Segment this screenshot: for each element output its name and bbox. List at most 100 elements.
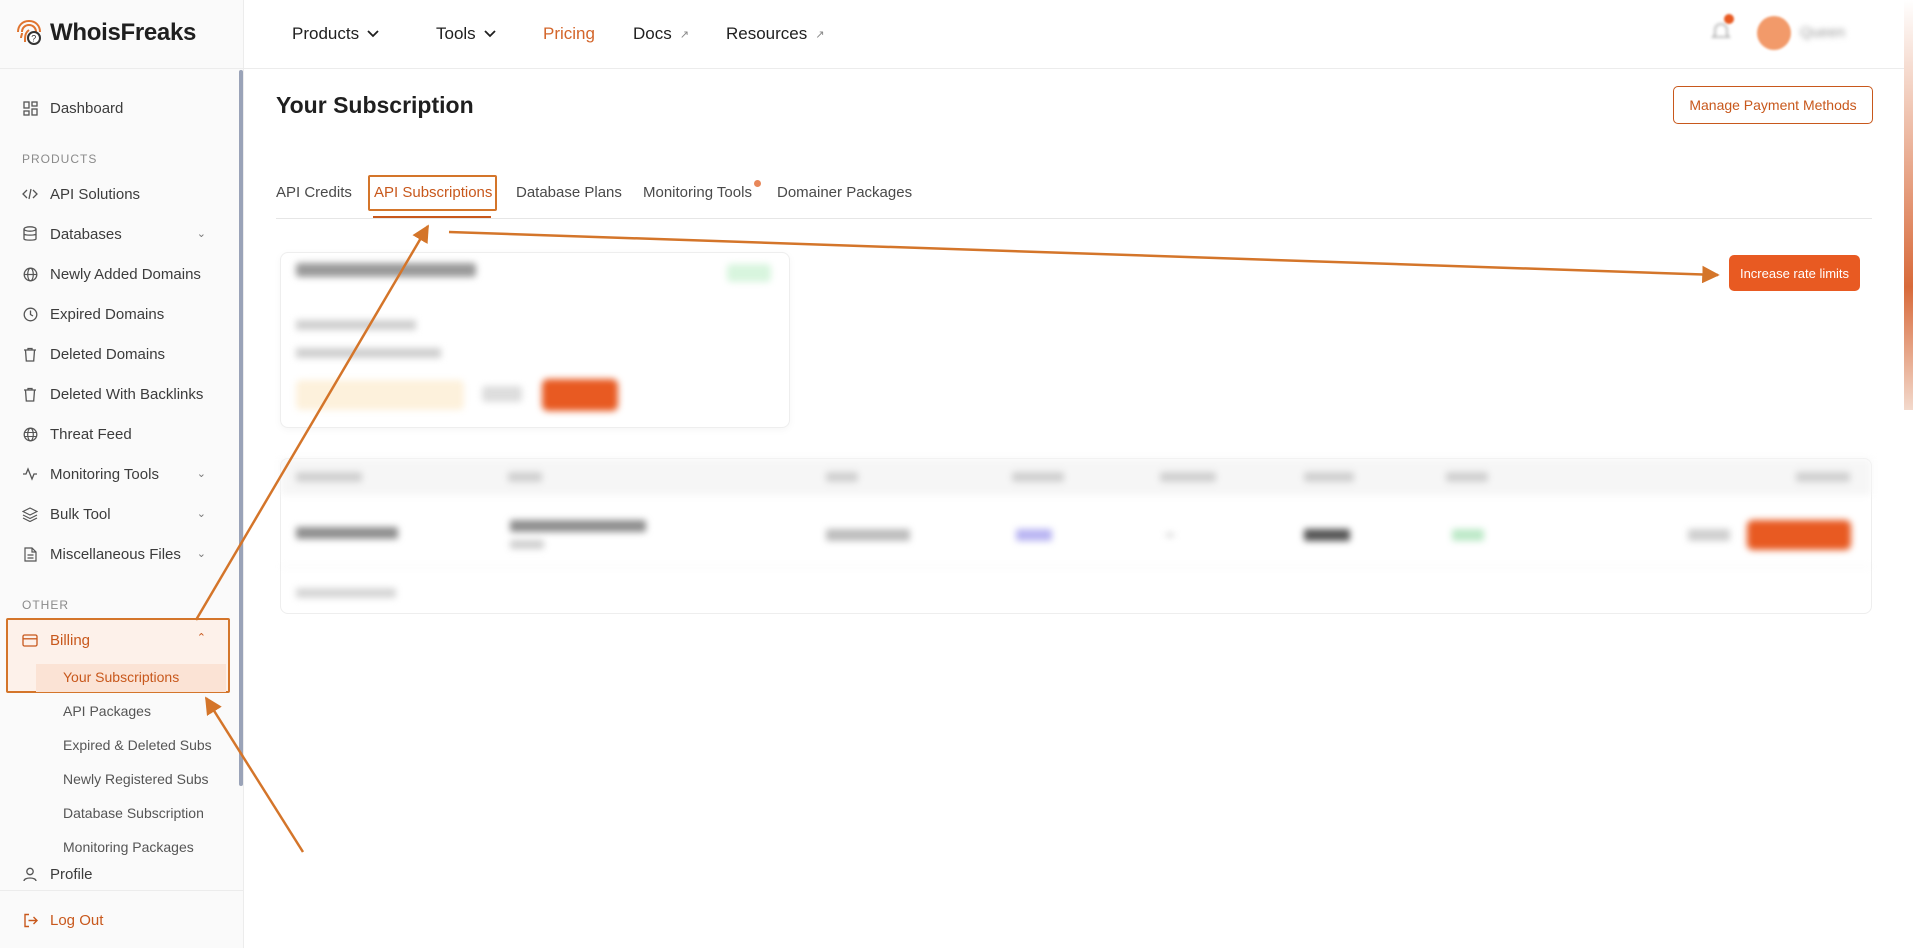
globe-lock-icon [22,426,38,442]
sidebar-item-api-solutions[interactable]: API Solutions [0,174,238,214]
chevron-down-icon[interactable]: ⌄ [197,467,206,480]
trash-icon [22,386,38,402]
sidebar-subitem-api-packages[interactable]: API Packages [63,703,151,719]
fingerprint-logo-icon: ? [17,20,41,45]
chevron-down-icon[interactable]: ⌄ [197,227,206,240]
sidebar-subitem-your-subscriptions[interactable]: Your Subscriptions [63,669,179,685]
nav-label: Tools [436,24,476,43]
external-link-icon: ↗ [815,28,825,41]
nav-docs[interactable]: Docs ↗ [633,24,689,44]
tab-api-credits[interactable]: API Credits [276,184,352,201]
sidebar-item-deleted-with-backlinks[interactable]: Deleted With Backlinks [0,374,238,414]
brand-logo[interactable]: ? WhoisFreaks [14,18,196,48]
manage-payment-methods-button[interactable]: Manage Payment Methods [1673,86,1873,124]
page-scrollbar[interactable] [1904,0,1913,410]
svg-text:?: ? [31,34,36,44]
sidebar-item-label: Deleted With Backlinks [50,385,204,403]
user-icon [22,866,38,882]
sidebar-item-label: Dashboard [50,99,124,117]
tab-database-plans[interactable]: Database Plans [516,184,622,201]
sidebar-subitem-monitoring-packages[interactable]: Monitoring Packages [63,839,194,855]
sidebar-item-label: Databases [50,225,122,243]
table-cell [510,520,646,532]
table-cell [296,527,398,539]
sidebar-item-deleted-domains[interactable]: Deleted Domains [0,334,238,374]
sidebar-item-label: Billing [50,631,91,649]
sidebar-item-miscellaneous-files[interactable]: Miscellaneous Files ⌄ [0,534,238,574]
sidebar-item-threat-feed[interactable]: Threat Feed [0,414,238,454]
table-header-cell [1012,472,1064,482]
chevron-down-icon[interactable]: ⌄ [197,547,206,560]
sidebar-subitem-expired-deleted-subs[interactable]: Expired & Deleted Subs [63,737,212,753]
nav-label: Resources [726,24,808,43]
chevron-down-icon [484,30,496,38]
code-icon [22,186,38,202]
upgrade-button[interactable] [542,379,618,411]
sidebar-item-databases[interactable]: Databases ⌄ [0,214,238,254]
table-header-cell [296,472,362,482]
tabs-divider [276,218,1872,219]
table-cell [1166,534,1174,536]
card-detail-placeholder [296,320,416,330]
logout-button[interactable]: Log Out [0,900,238,940]
credit-card-icon [22,632,38,648]
row-divider [281,566,1871,567]
sidebar-item-label: Miscellaneous Files [50,545,181,563]
sidebar-item-expired-domains[interactable]: Expired Domains [0,294,238,334]
table-cell [510,540,544,549]
sidebar-item-label: Deleted Domains [50,345,166,363]
section-label-other: OTHER [22,598,69,612]
sidebar-item-bulk-tool[interactable]: Bulk Tool ⌄ [0,494,238,534]
sidebar-scrollbar[interactable] [239,70,243,786]
notification-badge [1724,14,1734,24]
increase-rate-limits-button[interactable]: Increase rate limits [1729,255,1860,291]
sidebar-item-newly-added-domains[interactable]: Newly Added Domains [0,254,238,294]
page-title: Your Subscription [276,92,474,118]
nav-products[interactable]: Products [292,24,379,44]
table-header-cell [1160,472,1216,482]
clock-icon [22,306,38,322]
nav-pricing[interactable]: Pricing [543,24,595,44]
logout-icon [22,912,38,928]
sidebar: ? WhoisFreaks Dashboard PRODUCTS API Sol… [0,0,244,948]
layers-icon [22,506,38,522]
card-detail-placeholder [296,348,441,358]
sidebar-item-monitoring-tools[interactable]: Monitoring Tools ⌄ [0,454,238,494]
download-invoice-button[interactable] [1747,520,1851,550]
sidebar-subitem-newly-registered-subs[interactable]: Newly Registered Subs [63,771,209,787]
globe-icon [22,266,38,282]
chevron-down-icon[interactable]: ⌄ [197,507,206,520]
chevron-up-icon[interactable]: ⌃ [197,631,206,644]
table-cell [1452,529,1484,541]
tab-api-subscriptions[interactable]: API Subscriptions [374,184,492,201]
tab-monitoring-tools[interactable]: Monitoring Tools [643,184,752,201]
table-cell [1688,529,1730,541]
nav-resources[interactable]: Resources ↗ [726,24,824,44]
user-name[interactable]: Queen [1800,24,1845,41]
sidebar-item-profile[interactable]: Profile [0,866,238,890]
card-title-placeholder [296,263,476,277]
cancel-link[interactable] [482,386,522,402]
tab-domainer-packages[interactable]: Domainer Packages [777,184,912,201]
file-icon [22,546,38,562]
divider [0,890,244,891]
chevron-down-icon [367,30,379,38]
brand-name: WhoisFreaks [50,19,197,46]
sidebar-item-label: Expired Domains [50,305,165,323]
activity-icon [22,466,38,482]
table-header-cell [1796,472,1850,482]
nav-label: Products [292,24,360,43]
sidebar-item-billing[interactable]: Billing ⌃ [0,620,238,660]
sidebar-item-label: Newly Added Domains [50,265,201,283]
nav-tools[interactable]: Tools [436,24,496,44]
section-label-products: PRODUCTS [22,152,98,166]
table-cell [1016,529,1052,541]
table-header-cell [1446,472,1488,482]
divider [0,68,244,69]
avatar[interactable] [1757,16,1791,50]
update-payment-button[interactable] [296,380,464,410]
sidebar-subitem-database-subscription[interactable]: Database Subscription [63,805,204,821]
sidebar-item-dashboard[interactable]: Dashboard [0,88,238,128]
table-header-cell [1304,472,1354,482]
table-footer-text [296,588,396,598]
